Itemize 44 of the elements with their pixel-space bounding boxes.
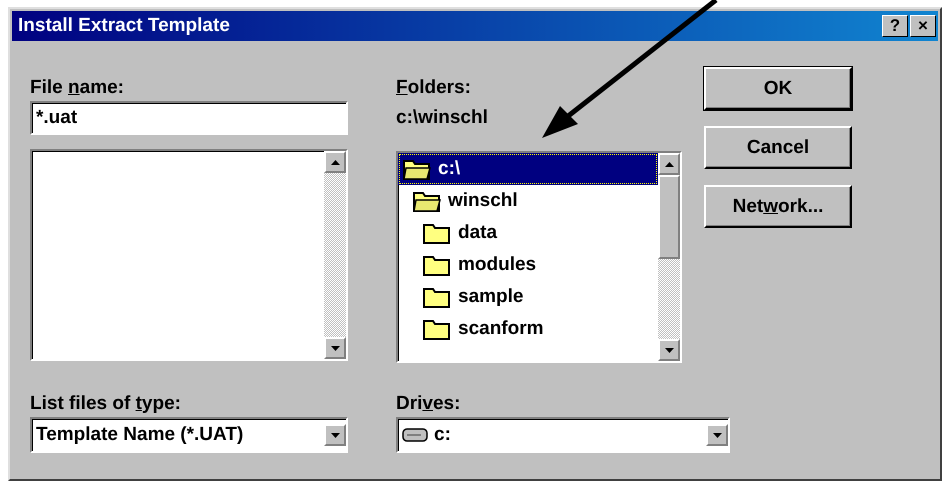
field-label: Folders: [396, 77, 472, 100]
scrollbar[interactable] [324, 151, 346, 359]
folder-item[interactable]: scanform [398, 313, 658, 345]
scroll-up-button[interactable] [658, 153, 680, 175]
help-button[interactable]: ? [882, 15, 908, 37]
up-caret-icon [330, 160, 340, 164]
open-folder-icon [412, 189, 442, 213]
scroll-thumb[interactable] [658, 175, 680, 259]
field-label: Drives: [396, 393, 462, 416]
scroll-down-button[interactable] [706, 424, 728, 446]
dialog-button[interactable]: Cancel [704, 126, 852, 169]
scroll-down-button[interactable] [658, 339, 680, 361]
close-button[interactable]: × [910, 15, 936, 37]
scroll-down-button[interactable] [324, 424, 346, 446]
folder-item[interactable]: sample [398, 281, 658, 313]
dialog-button[interactable]: OK [704, 67, 852, 110]
scrollbar[interactable] [658, 153, 680, 361]
scroll-up-button[interactable] [324, 151, 346, 173]
folder-list[interactable]: c:\ winschl data modules sample scanform [396, 151, 682, 363]
down-caret-icon [664, 348, 674, 352]
field-label: File name: [30, 77, 125, 100]
field-label: List files of type: [30, 393, 182, 416]
file-name-field[interactable]: *.uat [30, 101, 348, 135]
folder-item[interactable]: data [398, 217, 658, 249]
folder-item[interactable]: c:\ [398, 153, 658, 185]
scroll-down-button[interactable] [324, 337, 346, 359]
folder-icon [422, 253, 452, 277]
folder-icon [422, 285, 452, 309]
folder-icon [422, 317, 452, 341]
current-path: c:\winschl [396, 107, 489, 130]
up-caret-icon [664, 162, 674, 166]
file-list[interactable] [30, 149, 348, 361]
drives-dropdown[interactable]: c: [396, 417, 730, 453]
down-caret-icon [330, 346, 340, 350]
dialog-button[interactable]: Network... [704, 185, 852, 228]
drive-icon [402, 427, 428, 443]
window-title: Install Extract Template [18, 15, 231, 37]
folder-item[interactable]: modules [398, 249, 658, 281]
down-caret-icon [330, 432, 340, 438]
folder-item[interactable]: winschl [398, 185, 658, 217]
folder-icon [422, 221, 452, 245]
file-type-dropdown[interactable]: Template Name (*.UAT) [30, 417, 348, 453]
down-caret-icon [712, 432, 722, 438]
open-folder-icon [402, 157, 432, 181]
